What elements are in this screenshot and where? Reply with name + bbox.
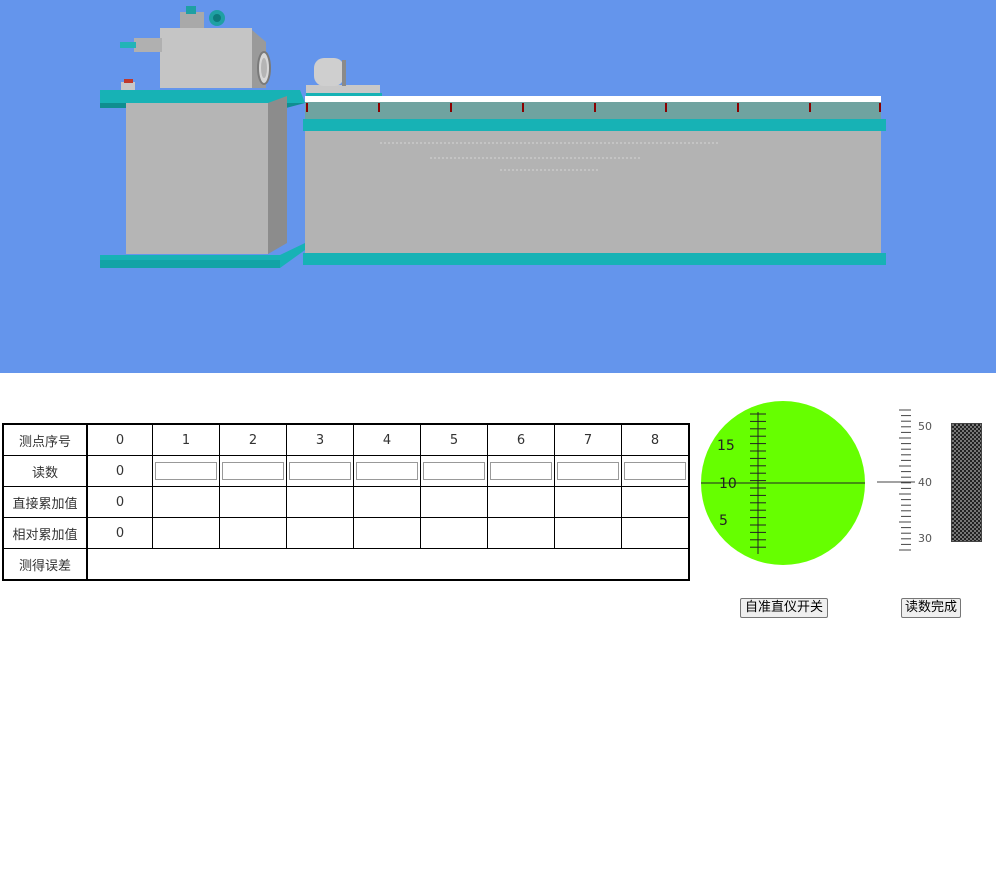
scale-label-30: 30 [918, 532, 932, 545]
index-cell-4: 4 [353, 423, 421, 456]
index-cell-1: 1 [152, 423, 220, 456]
index-cell-6: 6 [487, 423, 555, 456]
row-header-index: 测点序号 [2, 423, 88, 456]
reading-input-7[interactable] [557, 462, 619, 480]
direct-sum-cell [621, 486, 690, 518]
reading-input-4[interactable] [356, 462, 418, 480]
table-row-index: 测点序号 0 1 2 3 4 5 6 7 8 [2, 423, 690, 456]
reading-input-2[interactable] [222, 462, 284, 480]
scale-label-40: 40 [918, 476, 932, 489]
reticle-label-5: 5 [719, 513, 728, 529]
relative-sum-cell [152, 517, 220, 549]
reading-input-5[interactable] [423, 462, 485, 480]
row-header-error: 测得误差 [2, 548, 88, 581]
direct-sum-cell [487, 486, 555, 518]
direct-sum-cell [152, 486, 220, 518]
micrometer-drum-bar[interactable] [951, 423, 982, 542]
relative-sum-cell [487, 517, 555, 549]
instrument-illustration [100, 6, 886, 268]
direct-sum-cell-0: 0 [86, 486, 153, 518]
reading-input-3[interactable] [289, 462, 351, 480]
table-row-relative-sum: 相对累加值 0 [2, 517, 690, 549]
table-row-error: 测得误差 [2, 548, 690, 581]
reading-scale: 50 40 30 [877, 409, 932, 551]
relative-sum-cell [353, 517, 421, 549]
index-cell-8: 8 [621, 423, 690, 456]
scale-label-50: 50 [918, 420, 932, 433]
direct-sum-cell [353, 486, 421, 518]
eyepiece-view: 15 10 5 [701, 401, 865, 565]
row-header-relative-sum: 相对累加值 [2, 517, 88, 549]
relative-sum-cell [554, 517, 622, 549]
3d-scene-viewport[interactable] [0, 0, 996, 373]
reading-cell-0: 0 [86, 455, 153, 487]
relative-sum-cell [621, 517, 690, 549]
reading-input-8[interactable] [624, 462, 686, 480]
direct-sum-cell [554, 486, 622, 518]
row-header-reading: 读数 [2, 455, 88, 487]
measured-error-cell [86, 548, 690, 581]
reticle-label-15: 15 [717, 438, 735, 454]
relative-sum-cell [286, 517, 354, 549]
index-cell-3: 3 [286, 423, 354, 456]
index-cell-7: 7 [554, 423, 622, 456]
measurement-table: 测点序号 0 1 2 3 4 5 6 7 8 读数 0 直接累加值 0 相对累加… [2, 423, 690, 581]
relative-sum-cell [219, 517, 287, 549]
index-cell-0: 0 [86, 423, 153, 456]
reticle-label-10: 10 [719, 476, 737, 492]
row-header-direct-sum: 直接累加值 [2, 486, 88, 518]
table-row-reading: 读数 0 [2, 455, 690, 487]
reading-input-1[interactable] [155, 462, 217, 480]
relative-sum-cell [420, 517, 488, 549]
direct-sum-cell [420, 486, 488, 518]
scale-ticks [899, 409, 911, 551]
reading-input-6[interactable] [490, 462, 552, 480]
index-cell-2: 2 [219, 423, 287, 456]
reading-done-button[interactable]: 读数完成 [901, 598, 961, 618]
direct-sum-cell [286, 486, 354, 518]
direct-sum-cell [219, 486, 287, 518]
index-cell-5: 5 [420, 423, 488, 456]
relative-sum-cell-0: 0 [86, 517, 153, 549]
autocollimator-switch-button[interactable]: 自准直仪开关 [740, 598, 828, 618]
table-row-direct-sum: 直接累加值 0 [2, 486, 690, 518]
